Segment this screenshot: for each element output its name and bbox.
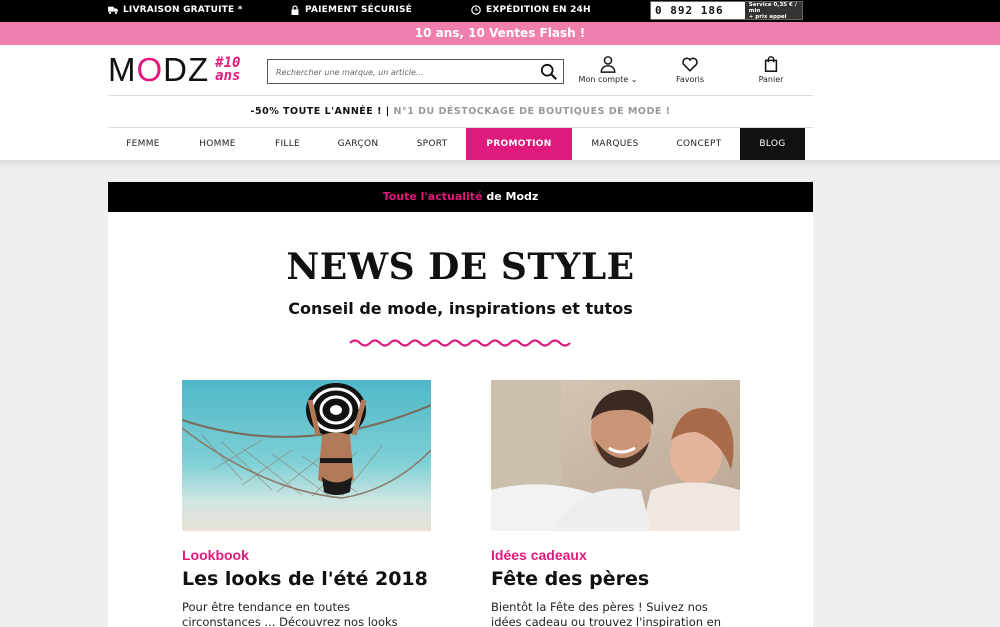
free-delivery-info: LIVRAISON GRATUITE * [108, 5, 243, 15]
truck-icon [108, 6, 118, 14]
article-excerpt: Bientôt la Fête des pères ! Suivez nos i… [491, 600, 722, 627]
nav-item-homme[interactable]: HOMME [178, 128, 257, 161]
search-box [267, 59, 564, 84]
content-panel: NEWS DE STYLE Conseil de mode, inspirati… [108, 212, 813, 627]
clock-icon [471, 5, 481, 15]
flash-sale-banner[interactable]: 10 ans, 10 Ventes Flash ! [0, 22, 1000, 45]
nav-item-concept[interactable]: CONCEPT [658, 128, 740, 161]
article-title[interactable]: Les looks de l'été 2018 [182, 568, 432, 590]
nav-item-promotion[interactable]: PROMOTION [466, 128, 572, 161]
search-icon[interactable] [540, 63, 558, 81]
cart-label: Panier [758, 75, 784, 84]
user-icon [600, 56, 616, 73]
phone-number[interactable]: 0 892 186 818 [651, 2, 745, 34]
top-info-bar: LIVRAISON GRATUITE * PAIEMENT SÉCURISÉ E… [0, 0, 1000, 34]
secure-payment-info: PAIEMENT SÉCURISÉ [290, 5, 412, 15]
promo-strip[interactable]: -50% TOUTE L'ANNÉE ! | N°1 DU DÉSTOCKAGE… [108, 95, 813, 128]
shipping-info: EXPÉDITION EN 24H [471, 5, 591, 15]
promo-main-text: -50% TOUTE L'ANNÉE ! | [250, 106, 390, 117]
page-title: NEWS DE STYLE [286, 246, 635, 288]
main-navigation: FEMME HOMME FILLE GARÇON SPORT PROMOTION… [108, 128, 813, 161]
banner-text: de Modz [482, 190, 539, 203]
free-delivery-label: LIVRAISON GRATUITE * [123, 5, 243, 15]
nav-item-garcon[interactable]: GARÇON [318, 128, 398, 161]
article-excerpt: Pour être tendance en toutes circonstanc… [182, 600, 398, 627]
favorites-button[interactable]: Favoris [660, 55, 720, 84]
modz-logo[interactable]: MODZ #10 ans [108, 53, 240, 87]
article-image-father-daughter[interactable] [491, 380, 740, 531]
cart-button[interactable]: Panier [741, 55, 801, 84]
decorative-wave [349, 339, 571, 347]
logo-anniversary-tag: #10 ans [215, 55, 241, 84]
article-card-lookbook[interactable]: Lookbook Les looks de l'été 2018 Pour êt… [182, 380, 432, 627]
phone-number-box[interactable]: 0 892 186 818 Service 0,35 € / min + pri… [650, 1, 803, 34]
article-category[interactable]: Idées cadeaux [491, 547, 741, 563]
page-subtitle: Conseil de mode, inspirations et tutos [288, 299, 633, 318]
promo-secondary-text: N°1 DU DÉSTOCKAGE DE BOUTIQUES DE MODE ! [389, 106, 671, 117]
service-fee-line1: Service 0,35 € / min [748, 1, 797, 14]
article-category[interactable]: Lookbook [182, 547, 432, 563]
service-fee-note: Service 0,35 € / min + prix appel [745, 2, 802, 20]
heart-icon [682, 57, 698, 72]
search-input[interactable] [268, 61, 530, 84]
article-image-beach[interactable] [182, 380, 431, 531]
lock-icon [291, 5, 299, 15]
favorites-label: Favoris [675, 75, 705, 84]
article-title[interactable]: Fête des pères [491, 568, 741, 590]
banner-highlight: Toute l'actualité [382, 190, 483, 203]
nav-item-blog[interactable]: BLOG [740, 128, 805, 161]
shopping-bag-icon [764, 56, 778, 72]
site-header: MODZ #10ans Mon compte ⌄ Favoris Panier … [0, 45, 1000, 163]
account-button[interactable]: Mon compte ⌄ [578, 55, 638, 84]
account-label: Mon compte [578, 75, 629, 84]
header-shadow [0, 160, 1000, 168]
logo-wordmark: MODZ [108, 51, 210, 88]
nav-item-marques[interactable]: MARQUES [572, 128, 658, 161]
nav-item-femme[interactable]: FEMME [108, 128, 178, 161]
article-card-fete-des-peres[interactable]: Idées cadeaux Fête des pères Bientôt la … [491, 380, 741, 627]
chevron-down-icon: ⌄ [628, 75, 638, 84]
nav-item-sport[interactable]: SPORT [398, 128, 466, 161]
nav-item-fille[interactable]: FILLE [257, 128, 318, 161]
service-fee-line2: + prix appel [748, 13, 787, 20]
secure-payment-label: PAIEMENT SÉCURISÉ [305, 5, 412, 15]
blog-news-banner: Toute l'actualité de Modz [108, 182, 813, 212]
shipping-label: EXPÉDITION EN 24H [486, 5, 591, 15]
